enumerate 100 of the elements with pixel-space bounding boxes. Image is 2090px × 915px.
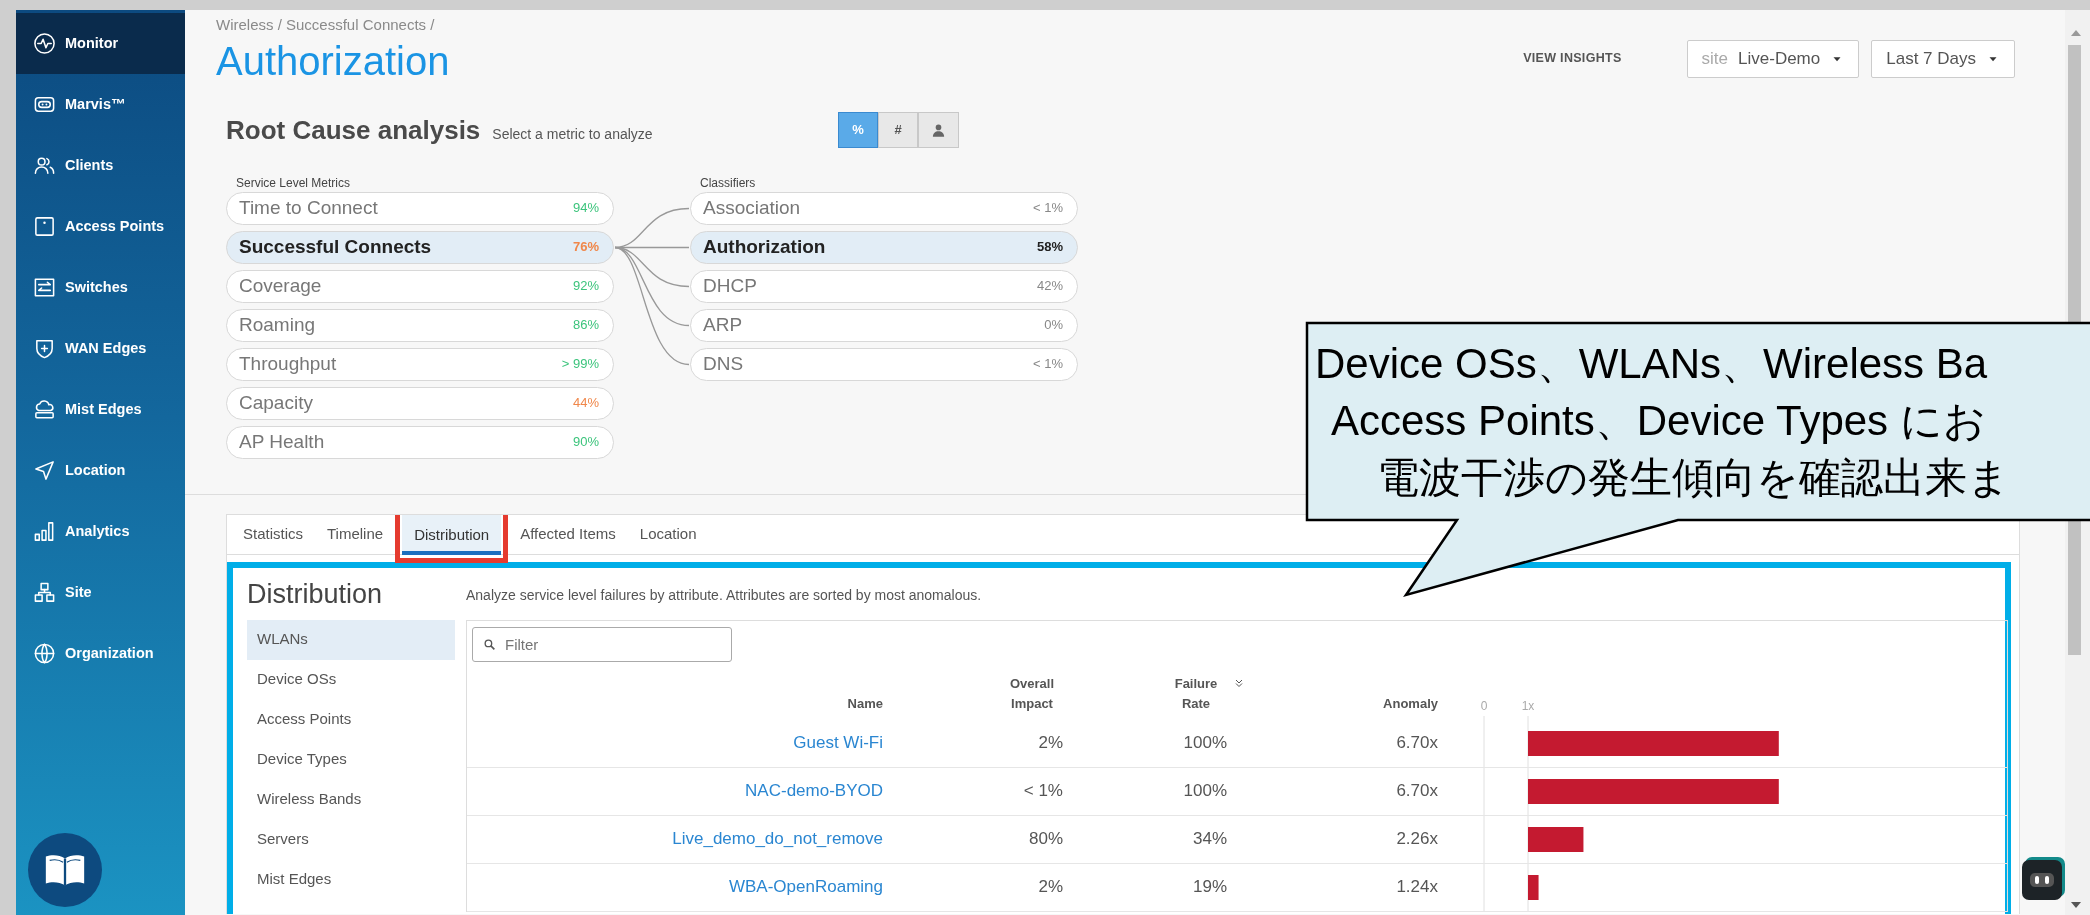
metric-label: Coverage xyxy=(239,273,322,298)
tab[interactable]: Location xyxy=(627,514,709,555)
column-label: Service Level Metrics xyxy=(236,174,352,192)
column-header: Anomaly xyxy=(1383,694,1438,713)
classifier-label: DNS xyxy=(703,351,744,376)
classifier-label: Authorization xyxy=(703,234,826,259)
column-header: Overall Impact xyxy=(1008,674,1056,713)
double-chevron-icon[interactable] xyxy=(1233,677,1245,690)
table-cell-text: 2% xyxy=(1037,732,1064,755)
metric-label: Capacity xyxy=(239,390,313,415)
dropdown-label: site xyxy=(1701,48,1729,70)
metric-pill[interactable]: Coverage 92% xyxy=(226,269,614,303)
attribute-item[interactable]: Access Points xyxy=(247,699,455,740)
classifier-value: < 1% xyxy=(1033,355,1063,374)
scroll-down-arrow[interactable] xyxy=(2069,900,2083,910)
callout-text: Access Points、Device Types にお xyxy=(1331,396,1986,446)
toggle-button[interactable]: # xyxy=(878,112,918,148)
bar-chart-icon xyxy=(33,520,56,543)
name-link[interactable]: Guest Wi-Fi xyxy=(793,733,883,753)
globe-icon xyxy=(33,642,56,665)
table-cell-text: < 1% xyxy=(1022,780,1064,803)
name-link[interactable]: Live_demo_do_not_remove xyxy=(672,829,883,849)
classifier-label: DHCP xyxy=(703,273,757,298)
classifier-pill[interactable]: Association < 1% xyxy=(690,191,1078,225)
attribute-item[interactable]: Servers xyxy=(247,819,455,860)
person-icon xyxy=(931,122,946,138)
tab[interactable]: Statistics xyxy=(231,514,315,555)
panel-description: Analyze service level failures by attribute. Attributes are sorted by most anomalous. xyxy=(466,586,983,605)
classifier-pill[interactable]: ARP 0% xyxy=(690,308,1078,342)
metric-value: 90% xyxy=(572,433,599,452)
nav-item[interactable]: Switches xyxy=(16,257,185,318)
shield-plus-icon xyxy=(33,337,56,360)
nav-item[interactable]: Clients xyxy=(16,135,185,196)
attribute-item[interactable]: Wireless Bands xyxy=(247,779,455,820)
classifier-value: < 1% xyxy=(1033,199,1063,218)
breadcrumb: Wireless / Successful Connects / xyxy=(216,15,436,35)
classifier-pill[interactable]: DNS < 1% xyxy=(690,347,1078,381)
metric-label: Throughput xyxy=(239,351,337,376)
metric-label: Roaming xyxy=(239,312,316,337)
attribute-item[interactable]: Mist Edges xyxy=(247,859,455,900)
name-link[interactable]: WBA-OpenRoaming xyxy=(729,877,883,897)
nav-item[interactable]: Monitor xyxy=(16,13,185,74)
chatbot-icon[interactable] xyxy=(2022,860,2062,900)
table-cell-text: 100% xyxy=(1182,732,1228,755)
tab[interactable]: Distribution xyxy=(402,515,502,555)
metric-pill[interactable]: Throughput > 99% xyxy=(226,347,614,381)
dropdown-value: Live-Demo xyxy=(1738,48,1821,70)
classifier-pill[interactable]: Authorization 58% xyxy=(690,230,1078,264)
date-range-dropdown[interactable]: Last 7 Days xyxy=(1871,39,2015,78)
nav-item[interactable]: Location xyxy=(16,440,185,501)
table-cell-text: 2% xyxy=(1037,876,1064,899)
axis-tick-label: 1x xyxy=(1521,698,1535,713)
table-cell-text: 6.70x xyxy=(1395,732,1439,755)
nav-item[interactable]: WAN Edges xyxy=(16,318,185,379)
table-cell-text: 80% xyxy=(1027,828,1064,851)
metric-pill[interactable]: Roaming 86% xyxy=(226,308,614,342)
metric-pill[interactable]: Successful Connects 76% xyxy=(226,230,614,264)
attribute-item[interactable]: Device OSs xyxy=(247,659,455,700)
classifier-pill[interactable]: DHCP 42% xyxy=(690,269,1078,303)
toggle-button[interactable] xyxy=(918,112,959,148)
metric-label: Successful Connects xyxy=(239,234,432,259)
nav-item[interactable]: Organization xyxy=(16,623,185,684)
metric-value: 94% xyxy=(572,199,599,218)
name-link[interactable]: NAC-demo-BYOD xyxy=(745,781,883,801)
metric-pill[interactable]: Capacity 44% xyxy=(226,386,614,420)
table-cell-text: 19% xyxy=(1191,876,1228,899)
nav-item[interactable]: Mist Edges xyxy=(16,379,185,440)
nav-item[interactable]: Site xyxy=(16,562,185,623)
attribute-item[interactable]: WLANs xyxy=(247,619,455,660)
tab[interactable]: Timeline xyxy=(315,514,396,555)
attribute-item[interactable]: Device Types xyxy=(247,739,455,780)
table-cell-text: 1.24x xyxy=(1395,876,1439,899)
column-header: Failure Rate xyxy=(1173,674,1219,713)
classifier-label: Association xyxy=(703,195,801,220)
page-title: Authorization xyxy=(216,37,450,85)
nav-item[interactable]: Analytics xyxy=(16,501,185,562)
metric-label: Time to Connect xyxy=(239,195,378,220)
view-insights-link[interactable]: VIEW INSIGHTS xyxy=(1523,49,1622,69)
switch-icon xyxy=(33,276,56,299)
anomaly-bar xyxy=(1528,826,1584,852)
column-header: Name xyxy=(847,694,883,713)
metric-value: > 99% xyxy=(561,355,599,374)
table-cell-text: 100% xyxy=(1182,780,1228,803)
axis-tick-label: 0 xyxy=(1480,698,1488,713)
metric-pill[interactable]: AP Health 90% xyxy=(226,425,614,459)
metric-pill[interactable]: Time to Connect 94% xyxy=(226,191,614,225)
pulse-icon xyxy=(33,32,56,55)
table-cell-text: 6.70x xyxy=(1395,780,1439,803)
filter-field[interactable]: Filter xyxy=(472,626,732,662)
anomaly-bar xyxy=(1528,874,1539,900)
table-cell-text: 34% xyxy=(1191,828,1228,851)
dropdown-value: Last 7 Days xyxy=(1886,48,1976,70)
cloud-icon xyxy=(33,398,56,421)
site-dropdown[interactable]: site Live-Demo xyxy=(1686,39,1860,78)
classifier-value: 42% xyxy=(1036,277,1063,296)
table-cell-text: 2.26x xyxy=(1395,828,1439,851)
nav-item[interactable]: Marvis™ xyxy=(16,74,185,135)
callout-text: 電波干渉の発生傾向を確認出来ま xyxy=(1377,453,2010,503)
nav-item[interactable]: Access Points xyxy=(16,196,185,257)
tab[interactable]: Affected Items xyxy=(508,514,628,555)
